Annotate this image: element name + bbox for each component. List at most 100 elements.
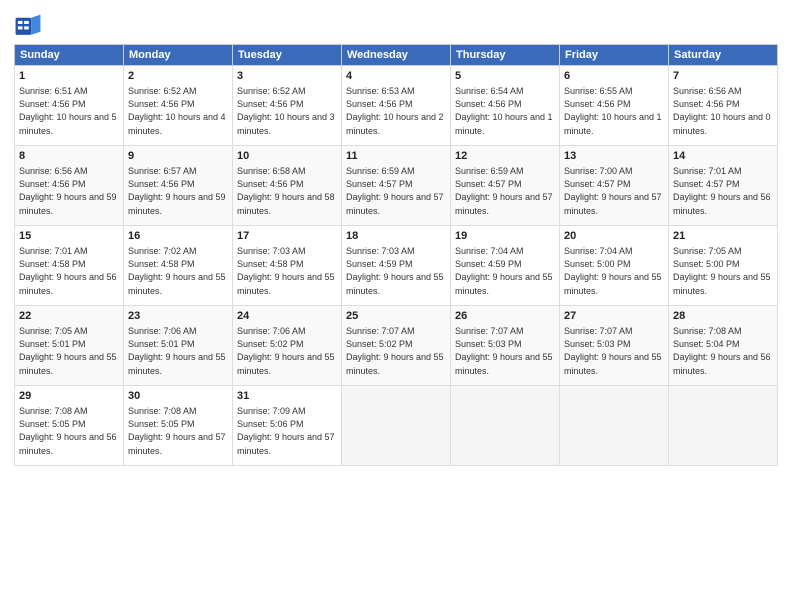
calendar-cell: 5Sunrise: 6:54 AMSunset: 4:56 PMDaylight… (451, 66, 560, 146)
calendar-cell: 19 Sunrise: 7:04 AMSunset: 4:59 PMDayligh… (451, 226, 560, 306)
calendar-cell: 4Sunrise: 6:53 AMSunset: 4:56 PMDaylight… (342, 66, 451, 146)
day-info: Sunrise: 7:01 AMSunset: 4:57 PMDaylight:… (673, 166, 771, 215)
day-info: Sunrise: 7:04 AMSunset: 4:59 PMDaylight:… (455, 246, 553, 295)
calendar-cell: 16 Sunrise: 7:02 AMSunset: 4:58 PMDayligh… (124, 226, 233, 306)
calendar-cell: 10 Sunrise: 6:58 AMSunset: 4:56 PMDayligh… (233, 146, 342, 226)
day-number: 7 (673, 69, 773, 84)
day-info: Sunrise: 7:06 AMSunset: 5:01 PMDaylight:… (128, 326, 226, 375)
day-number: 12 (455, 149, 555, 164)
calendar-cell: 17 Sunrise: 7:03 AMSunset: 4:58 PMDayligh… (233, 226, 342, 306)
calendar-cell: 27 Sunrise: 7:07 AMSunset: 5:03 PMDayligh… (560, 306, 669, 386)
calendar-cell: 26 Sunrise: 7:07 AMSunset: 5:03 PMDayligh… (451, 306, 560, 386)
day-info: Sunrise: 7:06 AMSunset: 5:02 PMDaylight:… (237, 326, 335, 375)
day-number: 10 (237, 149, 337, 164)
day-number: 25 (346, 309, 446, 324)
day-info: Sunrise: 6:52 AMSunset: 4:56 PMDaylight:… (237, 86, 335, 135)
calendar-cell: 1 Sunrise: 6:51 AMSunset: 4:56 PMDaylight… (15, 66, 124, 146)
week-row-3: 15Sunrise: 7:01 AMSunset: 4:58 PMDayligh… (15, 226, 778, 306)
calendar-cell: 8Sunrise: 6:56 AMSunset: 4:56 PMDaylight… (15, 146, 124, 226)
day-info: Sunrise: 6:52 AMSunset: 4:56 PMDaylight:… (128, 86, 226, 135)
week-row-4: 22Sunrise: 7:05 AMSunset: 5:01 PMDayligh… (15, 306, 778, 386)
weekday-tuesday: Tuesday (233, 45, 342, 66)
day-number: 17 (237, 229, 337, 244)
weekday-wednesday: Wednesday (342, 45, 451, 66)
week-row-5: 29 Sunrise: 7:08 AMSunset: 5:05 PMDayligh… (15, 386, 778, 466)
weekday-sunday: Sunday (15, 45, 124, 66)
calendar-cell: 9 Sunrise: 6:57 AMSunset: 4:56 PMDaylight… (124, 146, 233, 226)
day-info: Sunrise: 7:03 AMSunset: 4:58 PMDaylight:… (237, 246, 335, 295)
day-info: Sunrise: 7:08 AMSunset: 5:05 PMDaylight:… (19, 406, 117, 455)
day-number: 9 (128, 149, 228, 164)
weekday-saturday: Saturday (669, 45, 778, 66)
day-number: 2 (128, 69, 228, 84)
calendar-cell (451, 386, 560, 466)
day-info: Sunrise: 6:56 AMSunset: 4:56 PMDaylight:… (19, 166, 117, 215)
calendar-cell: 30 Sunrise: 7:08 AMSunset: 5:05 PMDayligh… (124, 386, 233, 466)
calendar-body: 1 Sunrise: 6:51 AMSunset: 4:56 PMDaylight… (15, 66, 778, 466)
calendar-cell (560, 386, 669, 466)
calendar-cell: 28 Sunrise: 7:08 AMSunset: 5:04 PMDayligh… (669, 306, 778, 386)
logo-icon (14, 10, 42, 38)
day-number: 18 (346, 229, 446, 244)
calendar-cell: 31 Sunrise: 7:09 AMSunset: 5:06 PMDayligh… (233, 386, 342, 466)
day-number: 19 (455, 229, 555, 244)
day-number: 5 (455, 69, 555, 84)
day-number: 15 (19, 229, 119, 244)
calendar-cell (342, 386, 451, 466)
day-number: 27 (564, 309, 664, 324)
calendar-cell: 22Sunrise: 7:05 AMSunset: 5:01 PMDayligh… (15, 306, 124, 386)
calendar-table: SundayMondayTuesdayWednesdayThursdayFrid… (14, 44, 778, 466)
day-info: Sunrise: 6:55 AMSunset: 4:56 PMDaylight:… (564, 86, 662, 135)
day-number: 31 (237, 389, 337, 404)
day-info: Sunrise: 6:58 AMSunset: 4:56 PMDaylight:… (237, 166, 335, 215)
day-number: 29 (19, 389, 119, 404)
day-number: 23 (128, 309, 228, 324)
weekday-header-row: SundayMondayTuesdayWednesdayThursdayFrid… (15, 45, 778, 66)
day-info: Sunrise: 7:08 AMSunset: 5:05 PMDaylight:… (128, 406, 226, 455)
day-info: Sunrise: 6:56 AMSunset: 4:56 PMDaylight:… (673, 86, 771, 135)
day-number: 30 (128, 389, 228, 404)
week-row-1: 1 Sunrise: 6:51 AMSunset: 4:56 PMDaylight… (15, 66, 778, 146)
calendar-cell: 3Sunrise: 6:52 AMSunset: 4:56 PMDaylight… (233, 66, 342, 146)
day-number: 20 (564, 229, 664, 244)
day-info: Sunrise: 7:00 AMSunset: 4:57 PMDaylight:… (564, 166, 662, 215)
calendar-cell: 21 Sunrise: 7:05 AMSunset: 5:00 PMDayligh… (669, 226, 778, 306)
day-number: 6 (564, 69, 664, 84)
calendar-cell: 20 Sunrise: 7:04 AMSunset: 5:00 PMDayligh… (560, 226, 669, 306)
logo (14, 10, 46, 38)
day-info: Sunrise: 7:07 AMSunset: 5:03 PMDaylight:… (564, 326, 662, 375)
day-info: Sunrise: 7:09 AMSunset: 5:06 PMDaylight:… (237, 406, 335, 455)
day-number: 16 (128, 229, 228, 244)
day-info: Sunrise: 6:51 AMSunset: 4:56 PMDaylight:… (19, 86, 117, 135)
day-number: 28 (673, 309, 773, 324)
day-info: Sunrise: 7:07 AMSunset: 5:03 PMDaylight:… (455, 326, 553, 375)
calendar-cell: 13 Sunrise: 7:00 AMSunset: 4:57 PMDayligh… (560, 146, 669, 226)
day-number: 11 (346, 149, 446, 164)
page-container: SundayMondayTuesdayWednesdayThursdayFrid… (0, 0, 792, 472)
day-info: Sunrise: 7:02 AMSunset: 4:58 PMDaylight:… (128, 246, 226, 295)
calendar-cell: 14 Sunrise: 7:01 AMSunset: 4:57 PMDayligh… (669, 146, 778, 226)
day-number: 26 (455, 309, 555, 324)
day-info: Sunrise: 7:07 AMSunset: 5:02 PMDaylight:… (346, 326, 444, 375)
day-number: 1 (19, 69, 119, 84)
calendar-cell: 15Sunrise: 7:01 AMSunset: 4:58 PMDayligh… (15, 226, 124, 306)
header (14, 10, 778, 38)
calendar-cell: 2 Sunrise: 6:52 AMSunset: 4:56 PMDaylight… (124, 66, 233, 146)
day-number: 14 (673, 149, 773, 164)
calendar-cell: 24Sunrise: 7:06 AMSunset: 5:02 PMDayligh… (233, 306, 342, 386)
weekday-thursday: Thursday (451, 45, 560, 66)
day-info: Sunrise: 7:05 AMSunset: 5:00 PMDaylight:… (673, 246, 771, 295)
day-info: Sunrise: 6:59 AMSunset: 4:57 PMDaylight:… (455, 166, 553, 215)
day-info: Sunrise: 7:05 AMSunset: 5:01 PMDaylight:… (19, 326, 117, 375)
calendar-cell: 6 Sunrise: 6:55 AMSunset: 4:56 PMDaylight… (560, 66, 669, 146)
calendar-cell: 11Sunrise: 6:59 AMSunset: 4:57 PMDayligh… (342, 146, 451, 226)
day-info: Sunrise: 7:04 AMSunset: 5:00 PMDaylight:… (564, 246, 662, 295)
day-number: 13 (564, 149, 664, 164)
day-number: 21 (673, 229, 773, 244)
weekday-friday: Friday (560, 45, 669, 66)
calendar-cell: 23 Sunrise: 7:06 AMSunset: 5:01 PMDayligh… (124, 306, 233, 386)
calendar-cell: 7 Sunrise: 6:56 AMSunset: 4:56 PMDaylight… (669, 66, 778, 146)
calendar-cell: 12 Sunrise: 6:59 AMSunset: 4:57 PMDayligh… (451, 146, 560, 226)
day-info: Sunrise: 6:57 AMSunset: 4:56 PMDaylight:… (128, 166, 226, 215)
day-info: Sunrise: 7:08 AMSunset: 5:04 PMDaylight:… (673, 326, 771, 375)
